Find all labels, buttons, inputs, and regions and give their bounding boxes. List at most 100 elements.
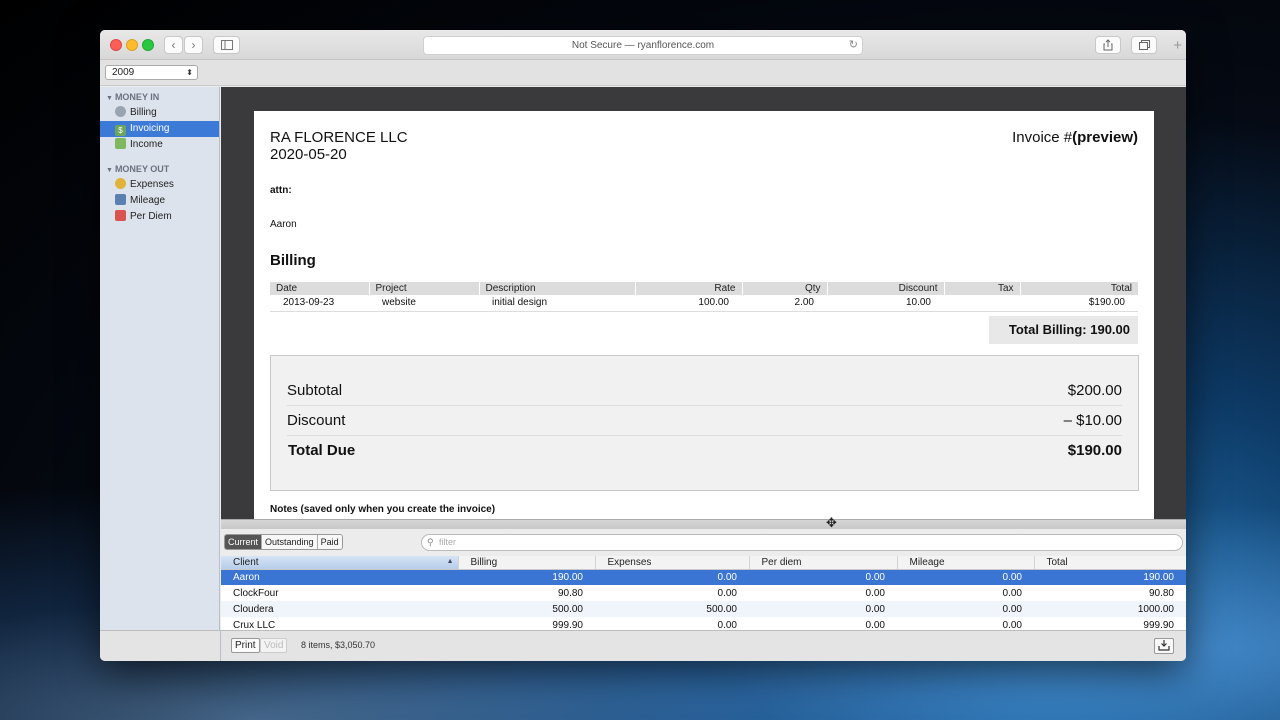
sidebar-item-billing[interactable]: Billing xyxy=(100,105,219,121)
company-name: RA FLORENCE LLC xyxy=(270,129,408,146)
zoom-button[interactable] xyxy=(142,39,154,51)
disclosure-triangle-icon: ▼ xyxy=(106,167,113,174)
discount-value: – $10.00 xyxy=(1063,412,1122,429)
invoice-date: 2020-05-20 xyxy=(270,146,347,163)
cell-total: $190.00 xyxy=(1020,295,1138,312)
minimize-button[interactable] xyxy=(126,39,138,51)
sidebar-item-per-diem[interactable]: Per Diem xyxy=(100,209,219,225)
table-row: 2013-09-23 website initial design 100.00… xyxy=(270,295,1138,312)
col-tax: Tax xyxy=(944,282,1021,295)
sidebar-toggle-button[interactable] xyxy=(213,36,240,54)
cell-per-diem: 0.00 xyxy=(865,619,885,631)
sidebar-item-label: Invoicing xyxy=(130,123,170,134)
table-row[interactable]: Cloudera 500.00 500.00 0.00 0.00 1000.00 xyxy=(221,601,1186,617)
cell-mileage: 0.00 xyxy=(1002,587,1022,599)
section-money-out[interactable]: ▼ MONEY OUT xyxy=(100,161,219,177)
sidebar-item-income[interactable]: Income xyxy=(100,137,219,153)
discount-label: Discount xyxy=(287,412,346,429)
cell-tax xyxy=(944,295,1020,312)
share-button[interactable] xyxy=(1095,36,1121,54)
cell-rate: 100.00 xyxy=(635,295,742,312)
invoice-preview-area: RA FLORENCE LLC 2020-05-20 Invoice #(pre… xyxy=(221,87,1186,519)
section-money-in[interactable]: ▼ MONEY IN xyxy=(100,89,219,105)
cell-mileage: 0.00 xyxy=(897,601,1034,617)
total-billing: Total Billing: 190.00 xyxy=(989,316,1138,344)
sidebar: ▼ MONEY IN Billing $ Invoicing Income ▼ MON… xyxy=(100,87,220,630)
col-description: Description xyxy=(479,282,636,295)
filter-input[interactable]: ⚲ filter xyxy=(421,534,1183,551)
col-per-diem[interactable]: Per diem xyxy=(749,556,898,570)
cell-total: 90.80 xyxy=(1148,587,1174,599)
print-button[interactable]: Print xyxy=(231,638,260,653)
year-select[interactable]: 2009 ⬍ xyxy=(105,65,198,80)
cell-description: initial design xyxy=(479,295,635,312)
cell-billing: 500.00 xyxy=(458,601,595,617)
section-label: MONEY OUT xyxy=(114,164,170,174)
table-row[interactable]: Crux LLC 999.90 0.00 0.00 0.00 999.90 xyxy=(221,617,1186,631)
cell-billing: 190.00 xyxy=(458,569,595,585)
col-mileage[interactable]: Mileage xyxy=(897,556,1035,570)
cell-project: website xyxy=(369,295,479,312)
cell-client: Aaron xyxy=(221,569,458,585)
share-icon xyxy=(1103,39,1113,51)
filter-bar: Current Outstanding Paid ⚲ filter xyxy=(221,529,1186,556)
discount-row: Discount – $10.00 xyxy=(287,406,1122,436)
notes-label: Notes (saved only when you create the in… xyxy=(270,504,496,515)
billing-heading: Billing xyxy=(270,252,316,269)
section-label: MONEY IN xyxy=(114,92,160,102)
close-button[interactable] xyxy=(110,39,122,51)
cell-total: 999.90 xyxy=(1143,619,1174,631)
subtotal-value: $200.00 xyxy=(1067,382,1122,399)
tab-outstanding[interactable]: Outstanding xyxy=(262,535,318,549)
sidebar-item-expenses[interactable]: Expenses xyxy=(100,177,219,193)
col-client[interactable]: Client ▲ xyxy=(221,556,459,570)
cell-qty: 2.00 xyxy=(742,295,827,312)
cell-expenses: 0.00 xyxy=(717,587,737,599)
sidebar-item-invoicing[interactable]: $ Invoicing xyxy=(100,121,219,137)
cell-date: 2013-09-23 xyxy=(270,295,369,312)
sidebar-item-label: Billing xyxy=(130,107,157,118)
subtotal-row: Subtotal $200.00 xyxy=(287,376,1122,406)
subtotal-label: Subtotal xyxy=(287,382,343,399)
invoice-prefix: Invoice # xyxy=(1012,129,1073,146)
void-button[interactable]: Void xyxy=(260,638,288,653)
cell-mileage: 0.00 xyxy=(897,569,1034,585)
chevron-left-icon: ‹ xyxy=(171,38,176,52)
reload-icon[interactable]: ↻ xyxy=(849,37,858,54)
tab-current[interactable]: Current xyxy=(225,535,263,549)
new-tab-icon[interactable]: + xyxy=(1173,38,1182,53)
table-row[interactable]: Aaron 190.00 0.00 0.00 0.00 190.00 xyxy=(221,569,1186,585)
total-due-value: $190.00 xyxy=(1067,442,1122,459)
cell-client: ClockFour xyxy=(233,587,279,599)
col-date: Date xyxy=(270,282,370,295)
cell-per-diem: 0.00 xyxy=(749,569,897,585)
col-total[interactable]: Total xyxy=(1034,556,1186,570)
calendar-icon xyxy=(115,210,126,221)
status-bar: Print Void 8 items, $3,050.70 xyxy=(221,630,1186,661)
chevron-right-icon: › xyxy=(191,38,196,52)
clock-icon xyxy=(115,106,126,117)
forward-button[interactable]: › xyxy=(184,36,203,54)
client-name: Aaron xyxy=(270,219,297,230)
export-button[interactable] xyxy=(1154,638,1174,654)
cell-client: Crux LLC xyxy=(233,619,276,631)
invoice-page: RA FLORENCE LLC 2020-05-20 Invoice #(pre… xyxy=(254,111,1154,519)
col-billing[interactable]: Billing xyxy=(458,556,596,570)
cell-expenses: 500.00 xyxy=(595,601,749,617)
table-row[interactable]: ClockFour 90.80 0.00 0.00 0.00 90.80 xyxy=(221,585,1186,601)
browser-window: ‹ › Not Secure — ryanflorence.com ↻ + 20… xyxy=(100,30,1186,661)
cell-billing: 999.90 xyxy=(552,619,583,631)
col-expenses[interactable]: Expenses xyxy=(595,556,750,570)
tab-paid[interactable]: Paid xyxy=(317,535,342,549)
col-rate: Rate xyxy=(635,282,743,295)
col-qty: Qty xyxy=(742,282,828,295)
sidebar-item-mileage[interactable]: Mileage xyxy=(100,193,219,209)
sidebar-item-label: Income xyxy=(130,139,163,150)
clients-table: Client ▲ Billing Expenses Per diem Mileag… xyxy=(221,556,1186,630)
address-bar[interactable]: Not Secure — ryanflorence.com ↻ xyxy=(423,36,863,55)
split-divider[interactable]: ✥ xyxy=(221,515,1186,530)
col-discount: Discount xyxy=(827,282,945,295)
tabs-overview-button[interactable] xyxy=(1131,36,1157,54)
sidebar-item-label: Expenses xyxy=(130,179,174,190)
back-button[interactable]: ‹ xyxy=(164,36,183,54)
